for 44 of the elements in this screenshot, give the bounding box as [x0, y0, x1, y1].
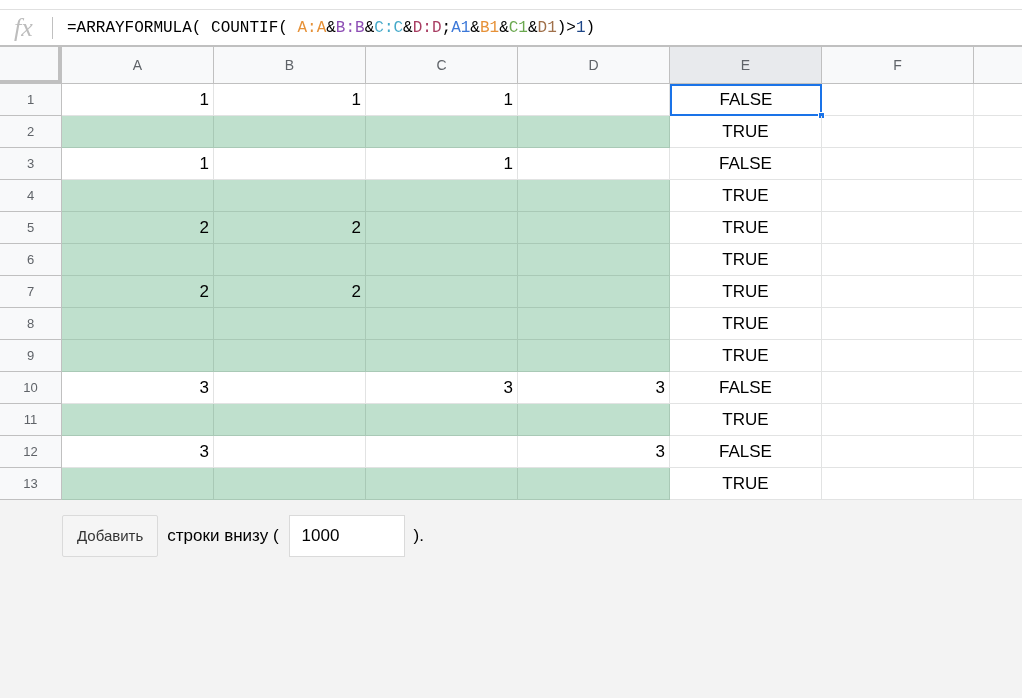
table-cell: 3 [62, 372, 214, 404]
rows-suffix: ). [413, 525, 424, 548]
column-header[interactable]: B [214, 47, 366, 84]
row-header[interactable]: 12 [0, 436, 62, 468]
table-cell: 2 [62, 212, 214, 244]
table-cell: 1 [214, 84, 366, 116]
column-header[interactable]: C [366, 47, 518, 84]
row-header[interactable]: 11 [0, 404, 62, 436]
table-cell: 3 [366, 372, 518, 404]
rows-label: строки внизу ( [167, 525, 279, 548]
row-header[interactable]: 3 [0, 148, 62, 180]
function-label: fx [13, 14, 34, 41]
column-header[interactable]: E [670, 47, 822, 84]
table-cell: 2 [214, 276, 366, 308]
row-header[interactable]: 8 [0, 308, 62, 340]
column-header[interactable]: D [518, 47, 670, 84]
row-header[interactable]: 1 [0, 84, 62, 116]
column-header[interactable]: A [62, 47, 214, 84]
fill-handle[interactable] [818, 112, 825, 119]
row-header[interactable]: 10 [0, 372, 62, 404]
table-cell: 2 [62, 276, 214, 308]
row-header[interactable]: 4 [0, 180, 62, 212]
row-count-field[interactable]: 1000 [288, 515, 405, 557]
table-cell: TRUE [670, 468, 822, 500]
add-button[interactable]: Добавить [62, 515, 159, 557]
row-header[interactable]: 7 [0, 276, 62, 308]
table-cell: 2 [214, 212, 366, 244]
row-header[interactable]: 2 [0, 116, 62, 148]
table-cell: 1 [62, 84, 214, 116]
row-header[interactable]: 6 [0, 244, 62, 276]
column-header[interactable]: F [822, 47, 974, 84]
table-cell: 1 [62, 148, 214, 180]
row-header[interactable]: 9 [0, 340, 62, 372]
row-header[interactable]: 5 [0, 212, 62, 244]
formula-text[interactable]: =ARRAYFORMULA( COUNTIF( A:A&B:B&C:C&D:D;A1&B1&C1&D1)>1) [67, 15, 596, 40]
row-header[interactable]: 13 [0, 468, 62, 500]
corner-header[interactable] [0, 47, 62, 84]
column-header[interactable] [974, 47, 1022, 84]
table-cell: 3 [518, 436, 670, 468]
table-cell: 1 [366, 148, 518, 180]
table-cell: 1 [366, 84, 518, 116]
table-cell: 3 [62, 436, 214, 468]
table-cell: 3 [518, 372, 670, 404]
table-cell: FALSE [670, 84, 822, 116]
